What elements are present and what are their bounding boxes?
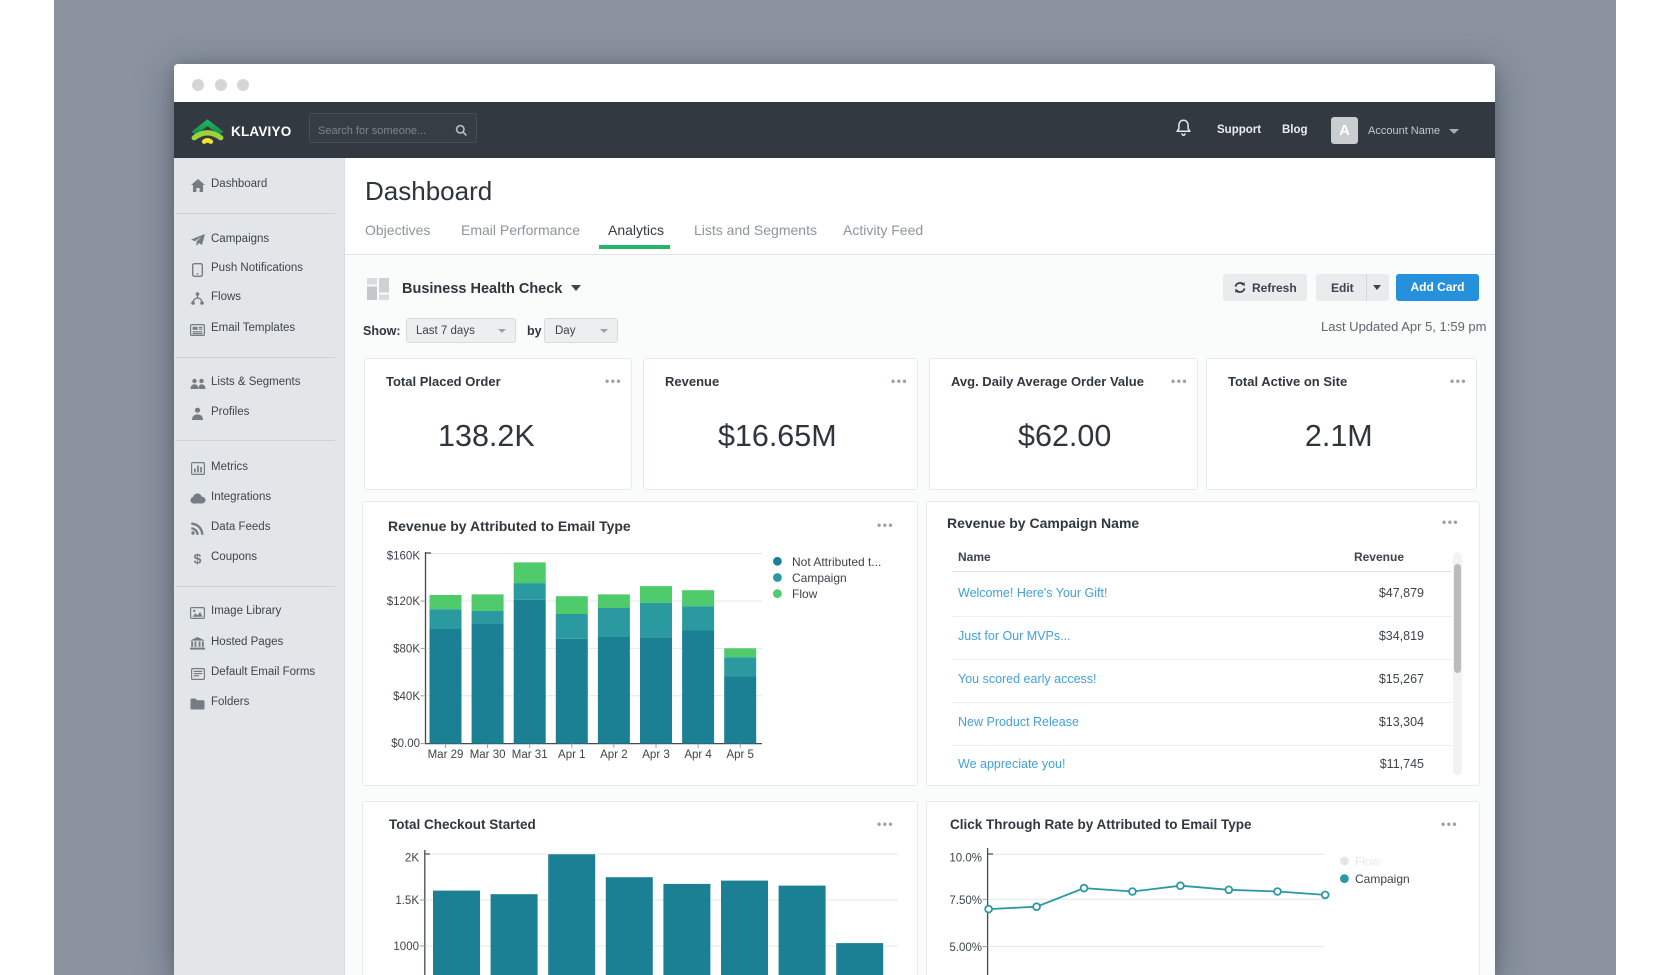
svg-text:Not Attributed t...: Not Attributed t... (792, 555, 881, 569)
svg-text:Flow: Flow (1355, 855, 1381, 869)
svg-text:$120K: $120K (387, 596, 421, 608)
svg-text:$0.00: $0.00 (391, 738, 420, 750)
svg-text:Apr 3: Apr 3 (642, 749, 670, 761)
svg-text:7.50%: 7.50% (949, 895, 982, 907)
svg-text:$160K: $160K (387, 551, 421, 563)
svg-text:10.0%: 10.0% (949, 853, 982, 865)
svg-text:Campaign: Campaign (1355, 872, 1410, 886)
svg-text:2K: 2K (405, 853, 419, 865)
svg-text:Mar 31: Mar 31 (512, 749, 548, 761)
svg-text:$40K: $40K (393, 691, 420, 703)
svg-text:Apr 5: Apr 5 (726, 749, 754, 761)
svg-text:$80K: $80K (393, 643, 420, 655)
svg-text:$: $ (194, 551, 202, 566)
svg-text:Apr 4: Apr 4 (684, 749, 712, 761)
svg-text:5.00%: 5.00% (949, 942, 982, 954)
svg-text:1.5K: 1.5K (395, 895, 419, 907)
svg-text:Mar 29: Mar 29 (428, 749, 464, 761)
svg-text:1000: 1000 (393, 941, 419, 953)
svg-text:Apr 1: Apr 1 (558, 749, 586, 761)
svg-text:Apr 2: Apr 2 (600, 749, 628, 761)
svg-text:Mar 30: Mar 30 (470, 749, 506, 761)
svg-text:Campaign: Campaign (792, 571, 847, 585)
svg-text:Flow: Flow (792, 587, 818, 601)
